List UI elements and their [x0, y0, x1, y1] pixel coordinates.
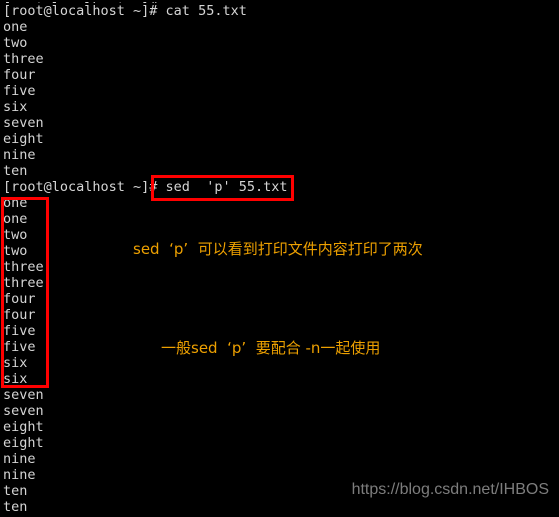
terminal-line: six — [3, 355, 28, 371]
terminal-line: nine — [3, 451, 36, 467]
terminal-line: three — [3, 275, 44, 291]
terminal-line: eight — [3, 419, 44, 435]
terminal-line: six — [3, 99, 28, 115]
watermark-url: https://blog.csdn.net/IHBOS — [351, 481, 549, 498]
terminal-line-prompt-sed: [root@localhost ~]# sed 'p' 55.txt — [3, 179, 288, 195]
terminal-line: five — [3, 323, 36, 339]
terminal-line: three — [3, 259, 44, 275]
annotation-duplicate-print: sed ‘p’ 可以看到打印文件内容打印了两次 — [133, 240, 423, 258]
terminal-line: nine — [3, 147, 36, 163]
terminal-line: one — [3, 19, 28, 35]
terminal-line-prompt-cat: [root@localhost ~]# cat 55.txt — [3, 3, 247, 19]
terminal-line: seven — [3, 115, 44, 131]
terminal-line: ten — [3, 499, 28, 515]
terminal-line: seven — [3, 387, 44, 403]
terminal-line: six — [3, 371, 28, 387]
terminal-line: ten — [3, 163, 28, 179]
terminal-line: eight — [3, 131, 44, 147]
terminal-line: eight — [3, 435, 44, 451]
terminal-line: five — [3, 83, 36, 99]
annotation-use-with-n: 一般sed ‘p’ 要配合 -n一起使用 — [161, 339, 381, 357]
terminal-line: four — [3, 291, 36, 307]
terminal-line: four — [3, 67, 36, 83]
terminal-line: seven — [3, 403, 44, 419]
terminal-screenshot: [root@localhost ~]# [root@localhost ~]# … — [0, 0, 559, 517]
terminal-line: one — [3, 211, 28, 227]
terminal-line: three — [3, 51, 44, 67]
terminal-line: four — [3, 307, 36, 323]
terminal-line: two — [3, 35, 28, 51]
terminal-line: one — [3, 195, 28, 211]
